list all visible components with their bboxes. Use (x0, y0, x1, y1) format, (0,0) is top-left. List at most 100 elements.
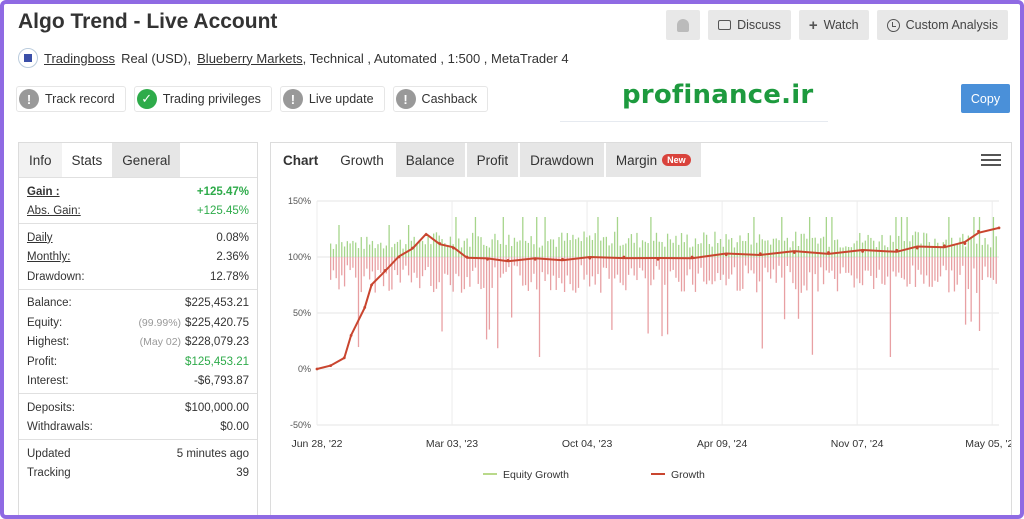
stat-updated: Updated 5 minutes ago (27, 444, 249, 464)
growth-point (506, 258, 510, 262)
chat-icon (718, 20, 732, 30)
stat-balance: Balance: $225,453.21 (27, 294, 249, 314)
discuss-label: Discuss (737, 18, 781, 32)
stat-label: Balance: (27, 297, 72, 310)
stat-daily: Daily 0.08% (27, 228, 249, 248)
badge-label: Cashback (421, 92, 478, 106)
growth-point (424, 233, 428, 236)
new-badge: New (662, 154, 691, 166)
y-tick-label: 150% (288, 196, 311, 206)
page-title: Algo Trend - Live Account (18, 10, 278, 33)
tab-general[interactable]: General (112, 143, 181, 177)
broker-link[interactable]: Blueberry Markets (197, 51, 302, 66)
copy-button[interactable]: Copy (961, 84, 1010, 113)
watermark: profinance.ir (622, 80, 814, 110)
y-tick-label: 50% (293, 308, 311, 318)
stat-drawdown: Drawdown: 12.78% (27, 267, 249, 287)
stat-equity: Equity: (99.99%) $225,420.75 (27, 313, 249, 333)
tab-growth[interactable]: Growth (330, 143, 394, 177)
growth-point (438, 242, 442, 245)
growth-point (895, 248, 899, 252)
check-icon: ✓ (136, 89, 157, 109)
growth-chart: 150% 100% 50% 0% -50% Jun 28, '22 Mar 03, '23 O… (288, 196, 1011, 481)
growth-point (997, 226, 1001, 230)
stat-tracking: Tracking 39 (27, 464, 249, 484)
legend-label-growth: Growth (671, 469, 705, 481)
tab-chart[interactable]: Chart (271, 143, 328, 177)
stat-label[interactable]: Gain : (27, 186, 60, 198)
badge-live-update[interactable]: ! Live update (279, 86, 385, 112)
stats-tabs: Info Stats General (19, 143, 257, 177)
growth-point (329, 364, 333, 368)
growth-point (452, 246, 455, 250)
stat-label: Drawdown: (27, 270, 85, 283)
growth-point (370, 283, 373, 287)
exclamation-icon: ! (19, 89, 39, 109)
y-tick-label: 0% (298, 364, 311, 374)
badge-label: Trading privileges (162, 92, 261, 106)
account-meta: Tradingboss Real (USD), Blueberry Market… (18, 48, 569, 68)
tab-drawdown[interactable]: Drawdown (520, 143, 604, 177)
stat-value: 39 (236, 467, 249, 480)
badge-cashback[interactable]: ! Cashback (392, 86, 489, 112)
stat-value: 12.78% (209, 270, 249, 283)
tab-info[interactable]: Info (19, 143, 62, 177)
badge-trading-privileges[interactable]: ✓ Trading privileges (133, 86, 272, 112)
stat-gain: Gain : +125.47% (27, 182, 249, 202)
stat-value: 5 minutes ago (176, 447, 249, 460)
stat-label: Equity: (27, 316, 63, 329)
watch-button[interactable]: + Watch (798, 10, 869, 40)
growth-point (963, 242, 967, 245)
user-link[interactable]: Tradingboss (44, 51, 115, 66)
x-tick-label: Oct 04, '23 (562, 438, 613, 450)
x-tick-label: Mar 03, '23 (426, 438, 478, 450)
growth-point (397, 255, 401, 259)
stat-deposits: Deposits: $100,000.00 (27, 398, 249, 418)
stat-value: 0.08% (216, 231, 249, 244)
broker-logo-icon (18, 48, 38, 68)
bell-icon (677, 18, 690, 32)
stat-sub: (99.99%) (138, 316, 182, 329)
account-details: , Technical , Automated , 1:500 , MetaTr… (302, 50, 569, 66)
tab-margin-label: Margin (615, 152, 658, 168)
y-tick-label: -50% (290, 420, 311, 430)
growth-point (533, 257, 537, 261)
stat-sub: (May 02) (139, 336, 182, 349)
exclamation-icon: ! (282, 89, 303, 109)
divider (560, 121, 828, 122)
discuss-button[interactable]: Discuss (708, 10, 791, 40)
notify-button[interactable] (666, 10, 701, 40)
tab-stats[interactable]: Stats (61, 143, 113, 177)
stat-label[interactable]: Daily (27, 232, 53, 244)
growth-point (915, 246, 919, 250)
stat-withdrawals: Withdrawals: $0.00 (27, 418, 249, 438)
stat-label[interactable]: Abs. Gain: (27, 205, 81, 217)
custom-analysis-button[interactable]: Custom Analysis (876, 10, 1008, 40)
rate-group: Daily 0.08% Monthly: 2.36% Drawdown: 12.… (19, 223, 257, 289)
growth-point (861, 250, 864, 253)
stat-interest: Interest: -$6,793.87 (27, 372, 249, 392)
stat-value: $225,420.75 (185, 316, 249, 329)
badge-track-record[interactable]: ! Track record (16, 86, 126, 112)
stat-monthly: Monthly: 2.36% (27, 248, 249, 268)
growth-point (793, 251, 796, 254)
badge-label: Track record (45, 92, 115, 106)
chart-settings-icon[interactable] (981, 151, 1001, 169)
x-tick-label: Apr 09, '24 (697, 438, 748, 450)
x-tick-label: May 05, '25 (965, 438, 1011, 450)
tab-balance[interactable]: Balance (395, 143, 465, 177)
growth-point (827, 251, 830, 254)
growth-point (656, 257, 660, 261)
badge-label: Live update (308, 92, 374, 106)
x-tick-label: Nov 07, '24 (831, 438, 884, 450)
stat-label[interactable]: Monthly: (27, 251, 70, 263)
plus-icon: + (808, 16, 818, 34)
tab-profit[interactable]: Profit (466, 143, 519, 177)
balance-group: Balance: $225,453.21 Equity: (99.99%) $22… (19, 288, 257, 394)
legend-label-equity: Equity Growth (503, 469, 569, 481)
deposits-group: Deposits: $100,000.00 Withdrawals: $0.00 (19, 393, 257, 439)
growth-point (724, 253, 728, 257)
tab-margin[interactable]: Margin New (605, 143, 701, 177)
stats-panel: Info Stats General Gain : +125.47% Abs. … (18, 142, 258, 519)
growth-point (349, 334, 353, 337)
